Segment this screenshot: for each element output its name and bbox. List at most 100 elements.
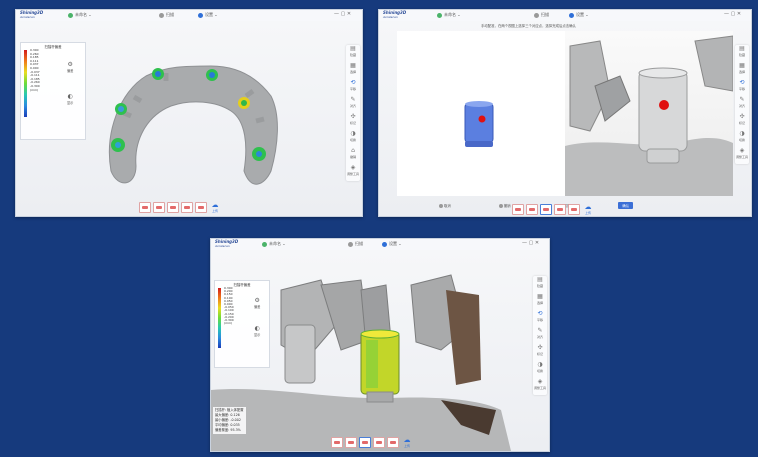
tool-mark[interactable]: ✣ 标记 [735, 113, 749, 130]
scanbody-5[interactable] [111, 138, 125, 152]
tool-undo[interactable]: ⌂ 撤销 [346, 147, 360, 164]
view-upper-jaw-button[interactable] [331, 436, 343, 448]
undo-button[interactable]: 撤销 [498, 203, 511, 208]
bottom-toolbar: ☁ 上传 [139, 201, 221, 213]
view-occlusion-button[interactable] [373, 436, 385, 448]
window-controls[interactable]: — ▢ ✕ [522, 240, 539, 246]
color-scale-bar [218, 288, 221, 348]
cloud-upload-icon: ☁ [584, 202, 592, 211]
scanbody-2[interactable] [206, 69, 218, 81]
registration-viewport: 手动配准，在两个视图上选择三个对应点，选择完成后点击确认 取消 撤销 重置 确认… [379, 21, 751, 216]
folder-icon [262, 241, 267, 247]
tool-hide[interactable]: ▤ 隐藏 [735, 45, 749, 62]
tool-align[interactable]: ✎ 对齐 [533, 327, 547, 344]
tool-align[interactable]: ✎ 对齐 [735, 96, 749, 113]
tool-pan[interactable]: ⟲ 平移 [533, 310, 547, 327]
view-implant-button[interactable] [540, 203, 552, 215]
tool-adjust[interactable]: ◈ 调整工具 [346, 164, 360, 181]
view-occlusion-button[interactable] [181, 201, 193, 213]
view-scanbody-button[interactable] [568, 203, 580, 215]
view-lower-jaw-button[interactable] [345, 436, 357, 448]
scanbody-1[interactable] [152, 68, 164, 80]
deviation-toggle[interactable]: ⚙ 偏差 [254, 297, 260, 309]
tool-align[interactable]: ✎ 对齐 [346, 96, 360, 113]
right-toolbar: ▤ 隐藏 ▦ 选择 ⟲ 平移 ✎ 对齐 ✣ 标记 ◑ 切换 ◈ 调整工具 [735, 45, 749, 164]
deviation-legend: 扫描杆偏差 0.300 0.260 0.185 0.111 0.037 0.000 -0.0… [20, 42, 86, 140]
view-implant-button[interactable] [359, 436, 371, 448]
upload-button[interactable]: ☁ 上传 [582, 202, 594, 215]
contrast-icon: ◐ [67, 93, 73, 100]
left-view-panel[interactable] [397, 31, 565, 196]
confirm-button[interactable]: 确认 [618, 202, 634, 209]
adjust-icon: ◈ [350, 164, 356, 171]
cancel-icon [439, 203, 443, 208]
scanbody-model-view [464, 101, 494, 147]
scanbody-4[interactable] [238, 97, 250, 109]
select-icon: ▦ [739, 62, 745, 69]
intraoral-scan-view [565, 35, 733, 196]
display-toggle[interactable]: ◐ 显示 [67, 93, 73, 105]
deviation-legend: 扫描杆偏差 0.300 0.200 0.150 0.100 0.050 0.000 -0.0… [214, 280, 270, 368]
undo-icon: ⌂ [351, 147, 355, 154]
select-icon: ▦ [537, 293, 543, 300]
settings-tab[interactable]: 设置 ⌄ [382, 241, 402, 247]
mark-icon: ✣ [739, 113, 745, 120]
right-toolbar: ▤ 隐藏 ▦ 选择 ⟲ 平移 ✎ 对齐 ✣ 标记 ◑ 切换 ◈ 调整工具 [533, 276, 547, 395]
pan-icon: ⟲ [537, 310, 543, 317]
upload-button[interactable]: ☁ 上传 [401, 436, 413, 448]
settings-tab[interactable]: 设置 ⌄ [198, 12, 218, 18]
registration-point[interactable] [478, 115, 486, 123]
tool-switch[interactable]: ◑ 切换 [346, 130, 360, 147]
view-implant-button[interactable] [167, 201, 179, 213]
scanbody-3[interactable] [115, 103, 127, 115]
project-menu[interactable]: 未命名 ⌄ [437, 12, 461, 18]
project-menu[interactable]: 未命名 ⌄ [68, 12, 92, 18]
tool-mark[interactable]: ✣ 标记 [533, 344, 547, 361]
tool-select[interactable]: ▦ 选择 [735, 62, 749, 79]
tool-hide[interactable]: ▤ 隐藏 [346, 45, 360, 62]
deviation-toggle[interactable]: ⚙ 偏差 [67, 61, 73, 73]
tool-mark[interactable]: ✣ 标记 [346, 113, 360, 130]
tool-switch[interactable]: ◑ 切换 [735, 130, 749, 147]
adjust-icon: ◈ [537, 378, 543, 385]
tool-hide[interactable]: ▤ 隐藏 [533, 276, 547, 293]
view-upper-jaw-button[interactable] [139, 201, 151, 213]
view-lower-jaw-button[interactable] [153, 201, 165, 213]
window-controls[interactable]: — ▢ ✕ [724, 11, 741, 17]
view-occlusion-button[interactable] [554, 203, 566, 215]
3d-viewport[interactable]: 扫描杆偏差 0.300 0.260 0.185 0.111 0.037 0.000 -0.0… [16, 21, 362, 216]
scan-icon [534, 12, 539, 18]
project-menu[interactable]: 未命名 ⌄ [262, 241, 286, 247]
view-lower-jaw-button[interactable] [526, 203, 538, 215]
window-controls[interactable]: — ▢ ✕ [334, 11, 351, 17]
tool-adjust[interactable]: ◈ 调整工具 [533, 378, 547, 395]
window-scanbody-deviation-closeup: Shining3D Aoralscan 未命名 ⌄ 扫描 设置 ⌄ — ▢ ✕ 扫… [210, 238, 550, 452]
scan-icon [159, 12, 164, 18]
display-toggle[interactable]: ◐ 显示 [254, 325, 260, 337]
undo-icon [498, 203, 503, 208]
tool-pan[interactable]: ⟲ 平移 [735, 79, 749, 96]
scan-tab[interactable]: 扫描 [159, 12, 174, 18]
tool-select[interactable]: ▦ 选择 [533, 293, 547, 310]
tool-adjust[interactable]: ◈ 调整工具 [735, 147, 749, 164]
settings-tab[interactable]: 设置 ⌄ [569, 12, 589, 18]
scan-tab[interactable]: 扫描 [348, 241, 363, 247]
scan-tab[interactable]: 扫描 [534, 12, 549, 18]
registration-hint: 手动配准，在两个视图上选择三个对应点，选择完成后点击确认 [481, 24, 576, 28]
tool-switch[interactable]: ◑ 切换 [533, 361, 547, 378]
view-upper-jaw-button[interactable] [512, 203, 524, 215]
registration-point[interactable] [659, 100, 669, 110]
view-scanbody-button[interactable] [387, 436, 399, 448]
tool-pan[interactable]: ⟲ 平移 [346, 79, 360, 96]
right-view-panel[interactable] [565, 31, 733, 196]
cancel-button[interactable]: 取消 [439, 203, 451, 208]
scan-icon [348, 241, 353, 247]
3d-viewport[interactable]: 扫描杆偏差 0.300 0.200 0.150 0.100 0.050 0.000 -0.0… [211, 250, 549, 451]
upload-button[interactable]: ☁ 上传 [209, 201, 221, 213]
right-toolbar: ▤ 隐藏 ▦ 选择 ⟲ 平移 ✎ 对齐 ✣ 标记 ◑ 切换 ⌂ 撤销 ◈ 调整工具 [346, 45, 360, 181]
legend-ticks: 0.300 0.260 0.185 0.111 0.037 0.000 -0.037 -0.1… [30, 48, 40, 92]
scanbody-6[interactable] [252, 147, 266, 161]
mark-icon: ✣ [537, 344, 543, 351]
tool-select[interactable]: ▦ 选择 [346, 62, 360, 79]
view-scanbody-button[interactable] [195, 201, 207, 213]
